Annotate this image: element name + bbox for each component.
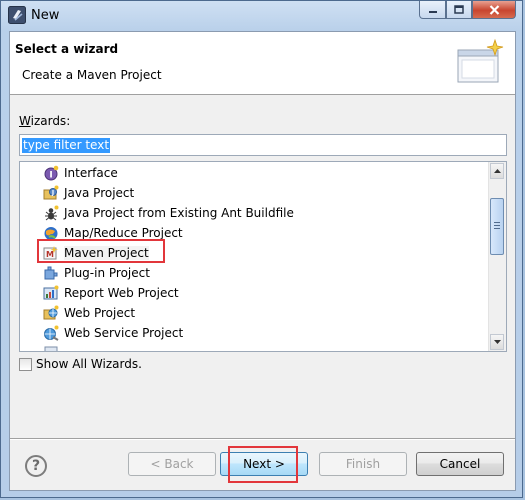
wizard-item-label: Java Project from Existing Ant Buildfile xyxy=(64,206,294,220)
partial-item-icon xyxy=(44,346,58,351)
wizard-item-java-project-from-ant[interactable]: Java Project from Existing Ant Buildfile xyxy=(43,203,294,223)
thumb-grip-line xyxy=(494,222,500,223)
title-bar[interactable]: New xyxy=(1,1,522,31)
wizard-item-label: Interface xyxy=(64,166,118,180)
scroll-up-button[interactable] xyxy=(490,163,504,179)
scroll-down-icon xyxy=(493,340,501,344)
cancel-button[interactable]: Cancel xyxy=(416,452,504,476)
web-project-icon xyxy=(43,305,59,320)
help-button[interactable]: ? xyxy=(25,455,47,477)
show-all-wizards-checkbox[interactable] xyxy=(19,357,32,371)
show-all-wizards-option[interactable]: Show All Wizards. xyxy=(19,357,142,371)
wizard-item-label: Plug-in Project xyxy=(64,266,150,280)
thumb-grip-line xyxy=(494,228,500,229)
new-wizard-window: New Select a wizard Create a Maven Proje… xyxy=(0,0,523,498)
button-bar-separator xyxy=(10,438,515,440)
maven-project-highlight-box xyxy=(37,239,165,263)
svg-text:J: J xyxy=(51,190,54,197)
wizard-item-label: Web Service Project xyxy=(64,326,184,340)
filter-input[interactable]: type filter text xyxy=(19,134,507,156)
close-icon xyxy=(489,4,499,15)
help-icon: ? xyxy=(31,458,41,474)
next-button-highlight-box xyxy=(228,446,298,483)
wizard-item-web-service-project[interactable]: Web Service Project xyxy=(43,323,183,343)
wizard-tree[interactable]: I Interface J Java Project Java Project … xyxy=(19,161,507,352)
back-button-label: < Back xyxy=(150,457,194,471)
maximize-icon xyxy=(454,5,464,14)
thumb-grip-line xyxy=(494,225,500,226)
report-icon xyxy=(43,285,59,300)
wizard-item-partial[interactable] xyxy=(43,343,64,351)
wizard-item-label: Report Web Project xyxy=(64,286,179,300)
wizard-item-interface[interactable]: I Interface xyxy=(43,163,118,183)
tree-scrollbar[interactable] xyxy=(488,162,506,351)
window-controls xyxy=(419,1,516,20)
interface-icon: I xyxy=(44,165,59,181)
window-title: New xyxy=(31,8,60,23)
cancel-button-label: Cancel xyxy=(439,457,481,471)
wizards-label-mnemonic: W xyxy=(19,114,31,128)
eclipse-app-icon xyxy=(8,6,26,24)
wizard-item-java-project[interactable]: J Java Project xyxy=(43,183,134,203)
finish-button-label: Finish xyxy=(345,457,381,471)
scroll-down-button[interactable] xyxy=(490,334,504,350)
scroll-up-icon xyxy=(493,169,501,173)
wizard-item-label: Map/Reduce Project xyxy=(64,226,183,240)
minimize-icon xyxy=(428,10,437,13)
plugin-icon xyxy=(44,266,58,280)
finish-button[interactable]: Finish xyxy=(319,452,407,476)
filter-text: type filter text xyxy=(22,138,111,153)
wizard-item-plugin-project[interactable]: Plug-in Project xyxy=(43,263,150,283)
wizard-item-label: Web Project xyxy=(64,306,136,320)
wizards-label: Wizards: xyxy=(19,114,70,128)
wizard-banner: Select a wizard Create a Maven Project xyxy=(10,32,515,95)
wizard-item-label: Java Project xyxy=(64,186,135,200)
wizard-body: Select a wizard Create a Maven Project W… xyxy=(9,31,516,491)
scroll-thumb[interactable] xyxy=(490,198,504,255)
minimize-button[interactable] xyxy=(419,1,446,19)
wizard-item-web-project[interactable]: Web Project xyxy=(43,303,135,323)
svg-text:I: I xyxy=(49,171,52,181)
banner-title: Select a wizard xyxy=(15,42,119,56)
maximize-button[interactable] xyxy=(446,1,472,19)
web-service-icon xyxy=(44,325,59,341)
wizard-item-report-web-project[interactable]: Report Web Project xyxy=(43,283,179,303)
java-project-icon: J xyxy=(43,185,59,200)
close-button[interactable] xyxy=(472,1,516,19)
wizards-label-rest: izards: xyxy=(30,114,71,128)
back-button[interactable]: < Back xyxy=(128,452,216,476)
show-all-wizards-label: Show All Wizards. xyxy=(36,357,142,371)
new-wizard-banner-icon xyxy=(457,38,504,83)
ant-icon xyxy=(45,205,59,221)
banner-subtitle: Create a Maven Project xyxy=(22,68,162,82)
